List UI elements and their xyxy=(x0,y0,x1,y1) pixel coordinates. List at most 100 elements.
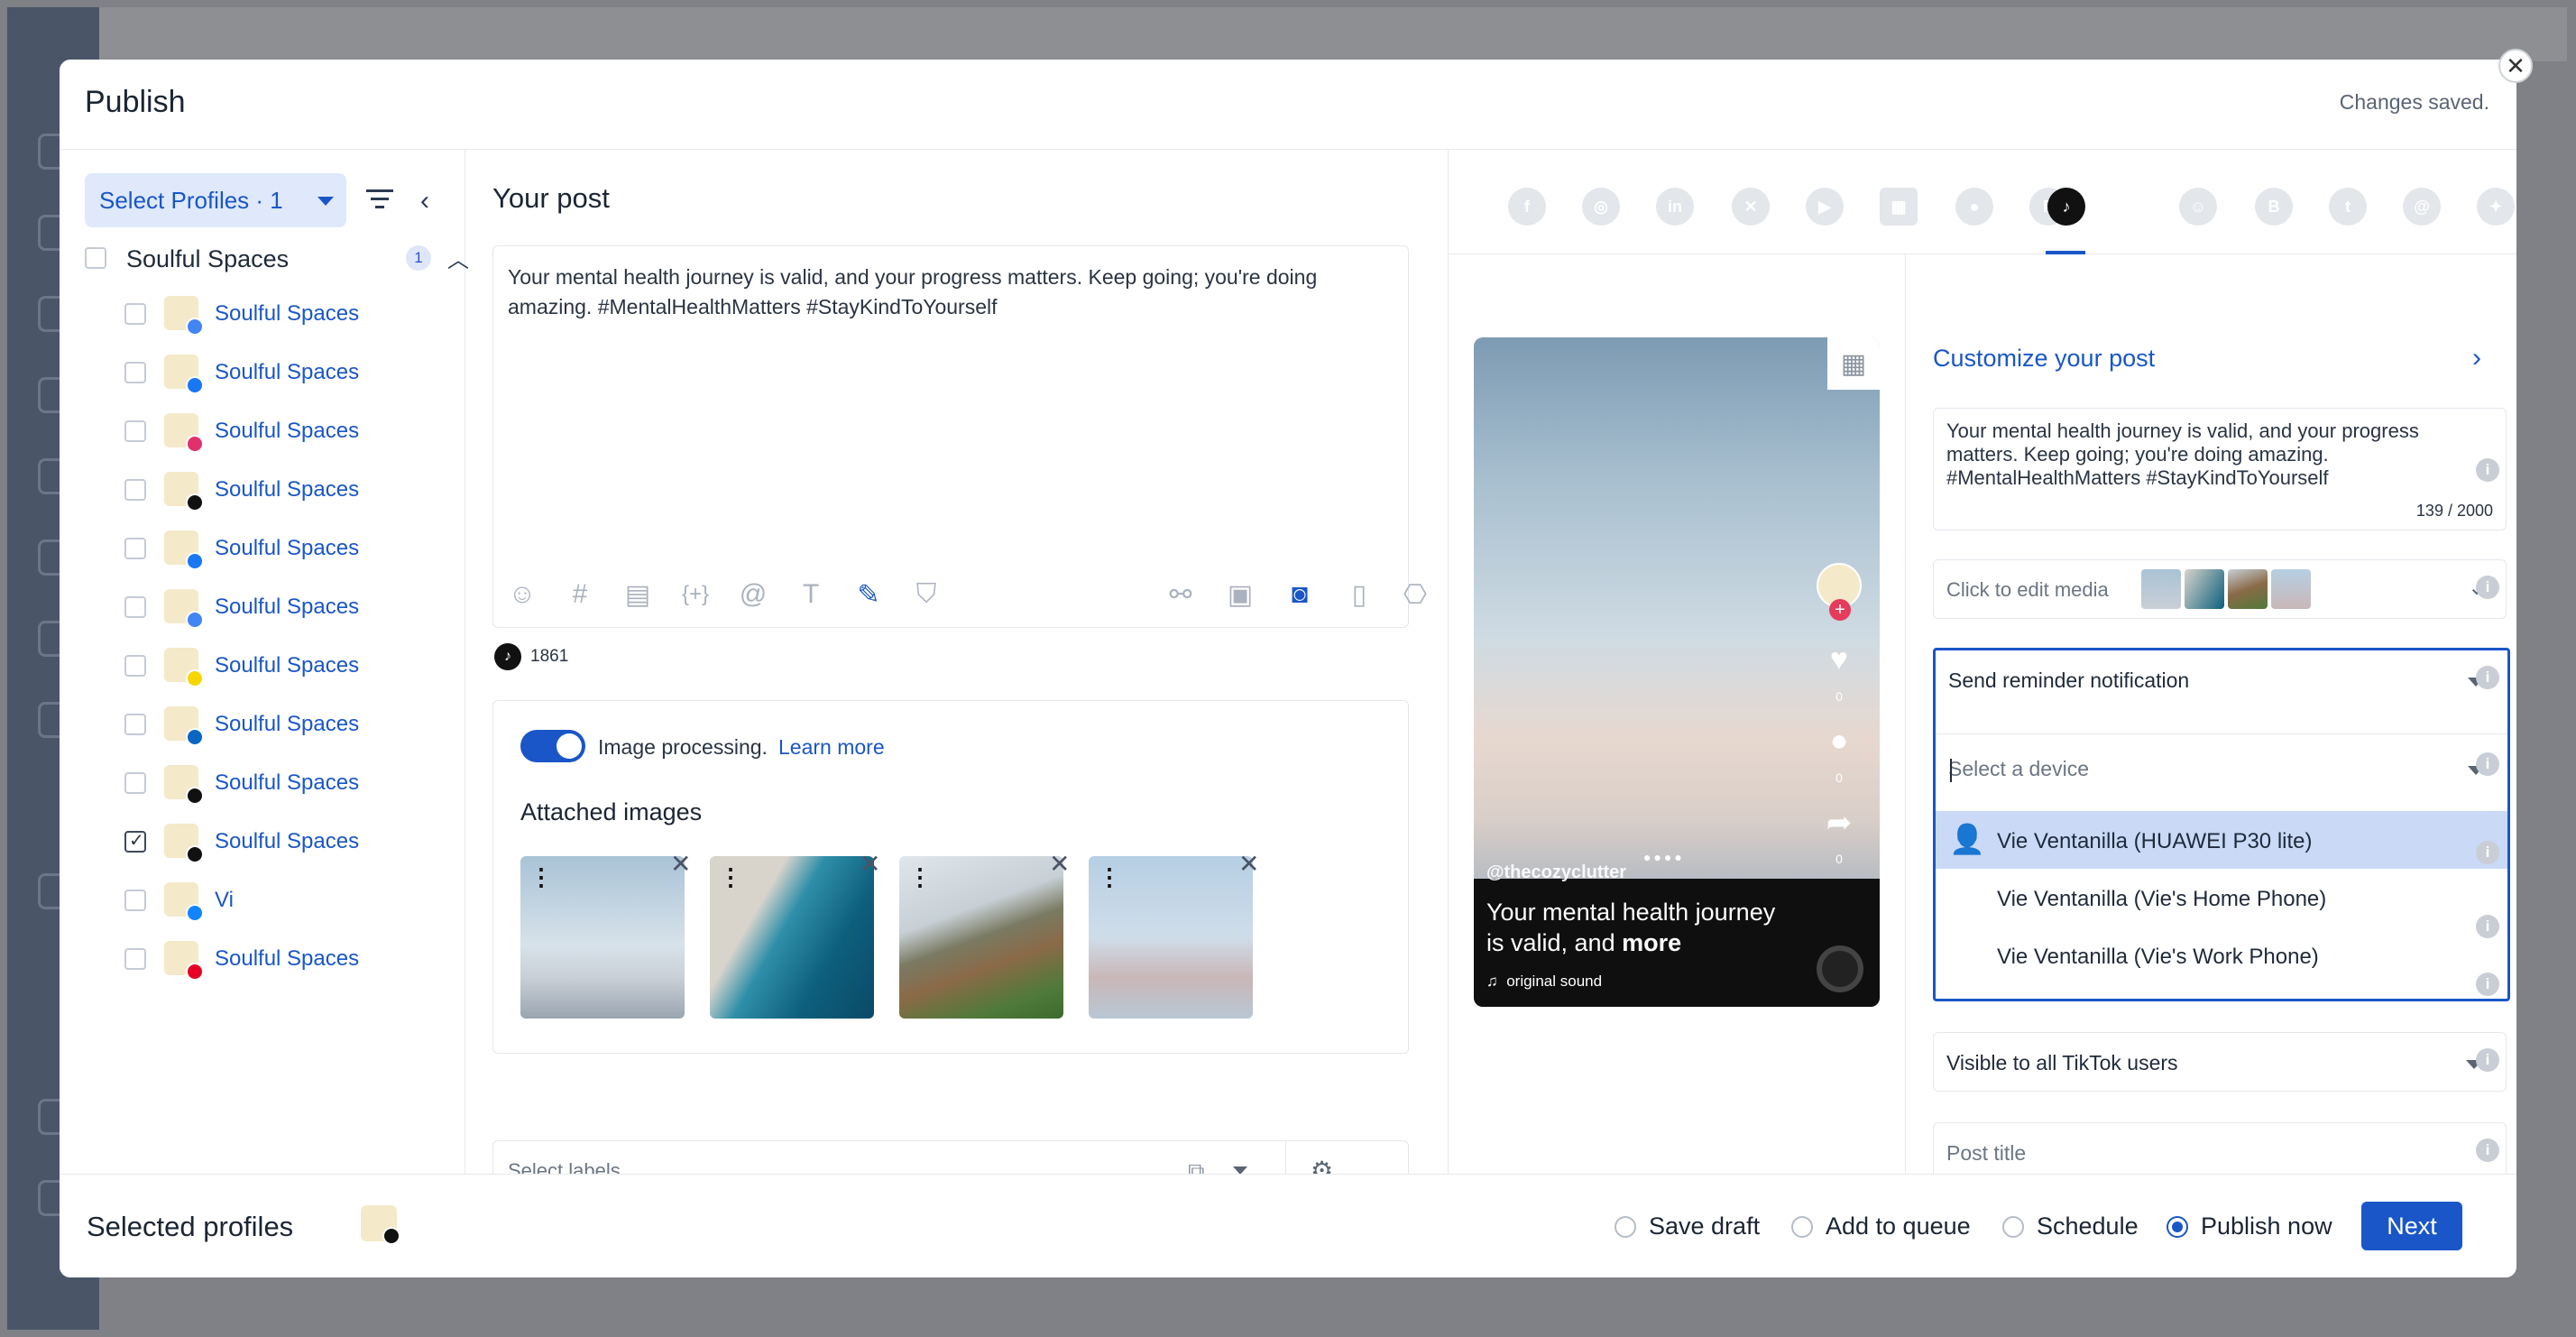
link-icon[interactable]: ⚯ xyxy=(1163,576,1199,613)
youtube-tab-icon[interactable]: ▶ xyxy=(1806,188,1844,226)
save-draft-label[interactable]: Save draft xyxy=(1649,1213,1760,1240)
snippet-icon[interactable]: ▤ xyxy=(620,576,656,613)
linkedin-tab-icon[interactable]: in xyxy=(1656,188,1694,226)
profile-checkbox[interactable] xyxy=(124,420,146,442)
info-icon[interactable]: i xyxy=(2476,576,2499,599)
threads-tab-icon[interactable]: @ xyxy=(2403,188,2441,226)
select-profiles-dropdown[interactable]: Select Profiles · 1 xyxy=(85,173,346,227)
tiktok-tab-icon[interactable]: ♪ xyxy=(2047,188,2085,226)
profile-row[interactable]: Soulful Spaces xyxy=(124,411,449,453)
mention-icon[interactable]: @ xyxy=(735,576,771,613)
profile-checkbox[interactable] xyxy=(124,655,146,677)
profile-row[interactable]: Soulful Spaces xyxy=(124,529,449,570)
profile-row[interactable]: Vi xyxy=(124,881,449,922)
shield-icon[interactable]: ⛉ xyxy=(908,576,944,613)
more-vertical-icon[interactable]: ⋮ xyxy=(1098,863,1121,891)
schedule-label[interactable]: Schedule xyxy=(2037,1213,2139,1240)
attached-image[interactable]: ⋮ xyxy=(899,856,1063,1019)
profile-row[interactable]: Soulful Spaces xyxy=(124,646,449,687)
close-modal-button[interactable]: ✕ xyxy=(2498,49,2533,83)
info-icon[interactable]: i xyxy=(2476,458,2499,482)
text-format-icon[interactable]: T xyxy=(793,576,829,613)
device-select[interactable]: Select a device xyxy=(1936,739,2507,798)
remove-image-icon[interactable]: ✕ xyxy=(670,849,691,879)
info-icon[interactable]: i xyxy=(2476,666,2499,689)
profile-checkbox[interactable] xyxy=(124,948,146,970)
collapse-panel-icon[interactable]: ‹ xyxy=(420,186,429,217)
profile-checkbox[interactable] xyxy=(124,303,146,325)
attached-image[interactable]: ⋮ xyxy=(520,856,685,1019)
edit-media-select[interactable]: Click to edit media ⌄ xyxy=(1933,559,2507,619)
info-icon[interactable]: i xyxy=(2476,1048,2499,1072)
schedule-radio[interactable] xyxy=(2002,1216,2024,1238)
x-tab-icon[interactable]: ✕ xyxy=(1732,188,1770,226)
post-editor[interactable]: Your mental health journey is valid, and… xyxy=(492,245,1427,628)
info-icon[interactable]: i xyxy=(2476,915,2499,938)
filter-icon[interactable] xyxy=(366,189,393,211)
video-icon[interactable]: ▣ xyxy=(1222,576,1258,613)
ai-magic-icon[interactable]: ✎ xyxy=(851,576,887,613)
info-icon[interactable]: i xyxy=(2476,841,2499,864)
instagram-tab-icon[interactable]: ◎ xyxy=(1582,188,1620,226)
next-button[interactable]: Next xyxy=(2361,1202,2462,1250)
blogger-tab-icon[interactable]: B xyxy=(2255,188,2293,226)
custom-caption-text[interactable]: Your mental health journey is valid, and… xyxy=(1946,420,2491,490)
reddit-tab-icon[interactable]: ● xyxy=(1955,188,1993,226)
publish-now-label[interactable]: Publish now xyxy=(2201,1213,2332,1240)
grid-view-icon[interactable]: ▦ xyxy=(1827,337,1880,390)
custom-caption-field[interactable]: Your mental health journey is valid, and… xyxy=(1933,408,2507,530)
profile-checkbox[interactable] xyxy=(124,362,146,383)
selected-profile-avatar[interactable] xyxy=(361,1205,400,1245)
profile-checkbox[interactable] xyxy=(124,890,146,911)
more-vertical-icon[interactable]: ⋮ xyxy=(719,863,742,891)
profile-row[interactable]: Soulful Spaces xyxy=(124,705,449,746)
profile-row[interactable]: Soulful Spaces xyxy=(124,822,449,863)
tumblr-tab-icon[interactable]: t xyxy=(2329,188,2367,226)
profile-checkbox[interactable] xyxy=(124,714,146,735)
more-vertical-icon[interactable]: ⋮ xyxy=(908,863,932,891)
chevron-right-icon[interactable]: › xyxy=(2472,343,2481,373)
add-to-queue-label[interactable]: Add to queue xyxy=(1826,1213,1971,1240)
add-to-queue-radio[interactable] xyxy=(1791,1216,1813,1238)
facebook-tab-icon[interactable]: f xyxy=(1508,188,1546,226)
visibility-select[interactable]: Visible to all TikTok users xyxy=(1933,1032,2507,1092)
profile-checkbox[interactable] xyxy=(124,538,146,559)
post-text[interactable]: Your mental health journey is valid, and… xyxy=(508,263,1392,322)
info-icon[interactable]: i xyxy=(2476,752,2499,776)
group-checkbox[interactable] xyxy=(85,247,106,269)
emoji-icon[interactable]: ☺ xyxy=(504,576,540,613)
remove-image-icon[interactable]: ✕ xyxy=(1049,849,1070,879)
profile-row[interactable]: Soulful Spaces xyxy=(124,587,449,629)
more-vertical-icon[interactable]: ⋮ xyxy=(529,863,553,891)
profile-row[interactable]: Soulful Spaces xyxy=(124,763,449,805)
google-business-tab-icon[interactable]: ▦ xyxy=(1880,188,1918,226)
variable-icon[interactable]: {+} xyxy=(677,576,713,613)
attached-image[interactable]: ⋮ xyxy=(1089,856,1253,1019)
hashtag-icon[interactable]: # xyxy=(562,576,598,613)
profile-checkbox[interactable] xyxy=(124,829,146,853)
device-option[interactable]: Vie Ventanilla (Vie's Work Phone) xyxy=(1936,927,2507,984)
document-icon[interactable]: ▯ xyxy=(1341,576,1377,613)
reminder-select[interactable]: Send reminder notification xyxy=(1936,650,2507,710)
snapchat-tab-icon[interactable]: ☺ xyxy=(2179,188,2217,226)
profile-checkbox[interactable] xyxy=(124,772,146,794)
profile-row[interactable]: Soulful Spaces xyxy=(124,294,449,336)
image-processing-toggle[interactable] xyxy=(520,730,585,762)
profile-row[interactable]: Soulful Spaces xyxy=(124,939,449,981)
save-draft-radio[interactable] xyxy=(1615,1216,1636,1238)
canva-icon[interactable]: ⎔ xyxy=(1397,576,1433,613)
publish-now-radio[interactable] xyxy=(2167,1216,2188,1238)
learn-more-link[interactable]: Learn more xyxy=(778,735,885,760)
remove-image-icon[interactable]: ✕ xyxy=(860,849,880,879)
camera-icon[interactable]: ◙ xyxy=(1282,576,1318,613)
profile-row[interactable]: Soulful Spaces xyxy=(124,353,449,394)
profile-checkbox[interactable] xyxy=(124,479,146,501)
device-option[interactable]: 👤 Vie Ventanilla (HUAWEI P30 lite) xyxy=(1936,811,2507,869)
device-option[interactable]: Vie Ventanilla (Vie's Home Phone) xyxy=(1936,869,2507,927)
info-icon[interactable]: i xyxy=(2476,1139,2499,1162)
profile-group[interactable]: Soulful Spaces 1 ︿ xyxy=(85,240,469,276)
profile-row[interactable]: Soulful Spaces xyxy=(124,470,449,512)
bluesky-tab-icon[interactable]: ✦ xyxy=(2477,188,2515,226)
remove-image-icon[interactable]: ✕ xyxy=(1238,849,1259,879)
info-icon[interactable]: i xyxy=(2476,973,2499,996)
